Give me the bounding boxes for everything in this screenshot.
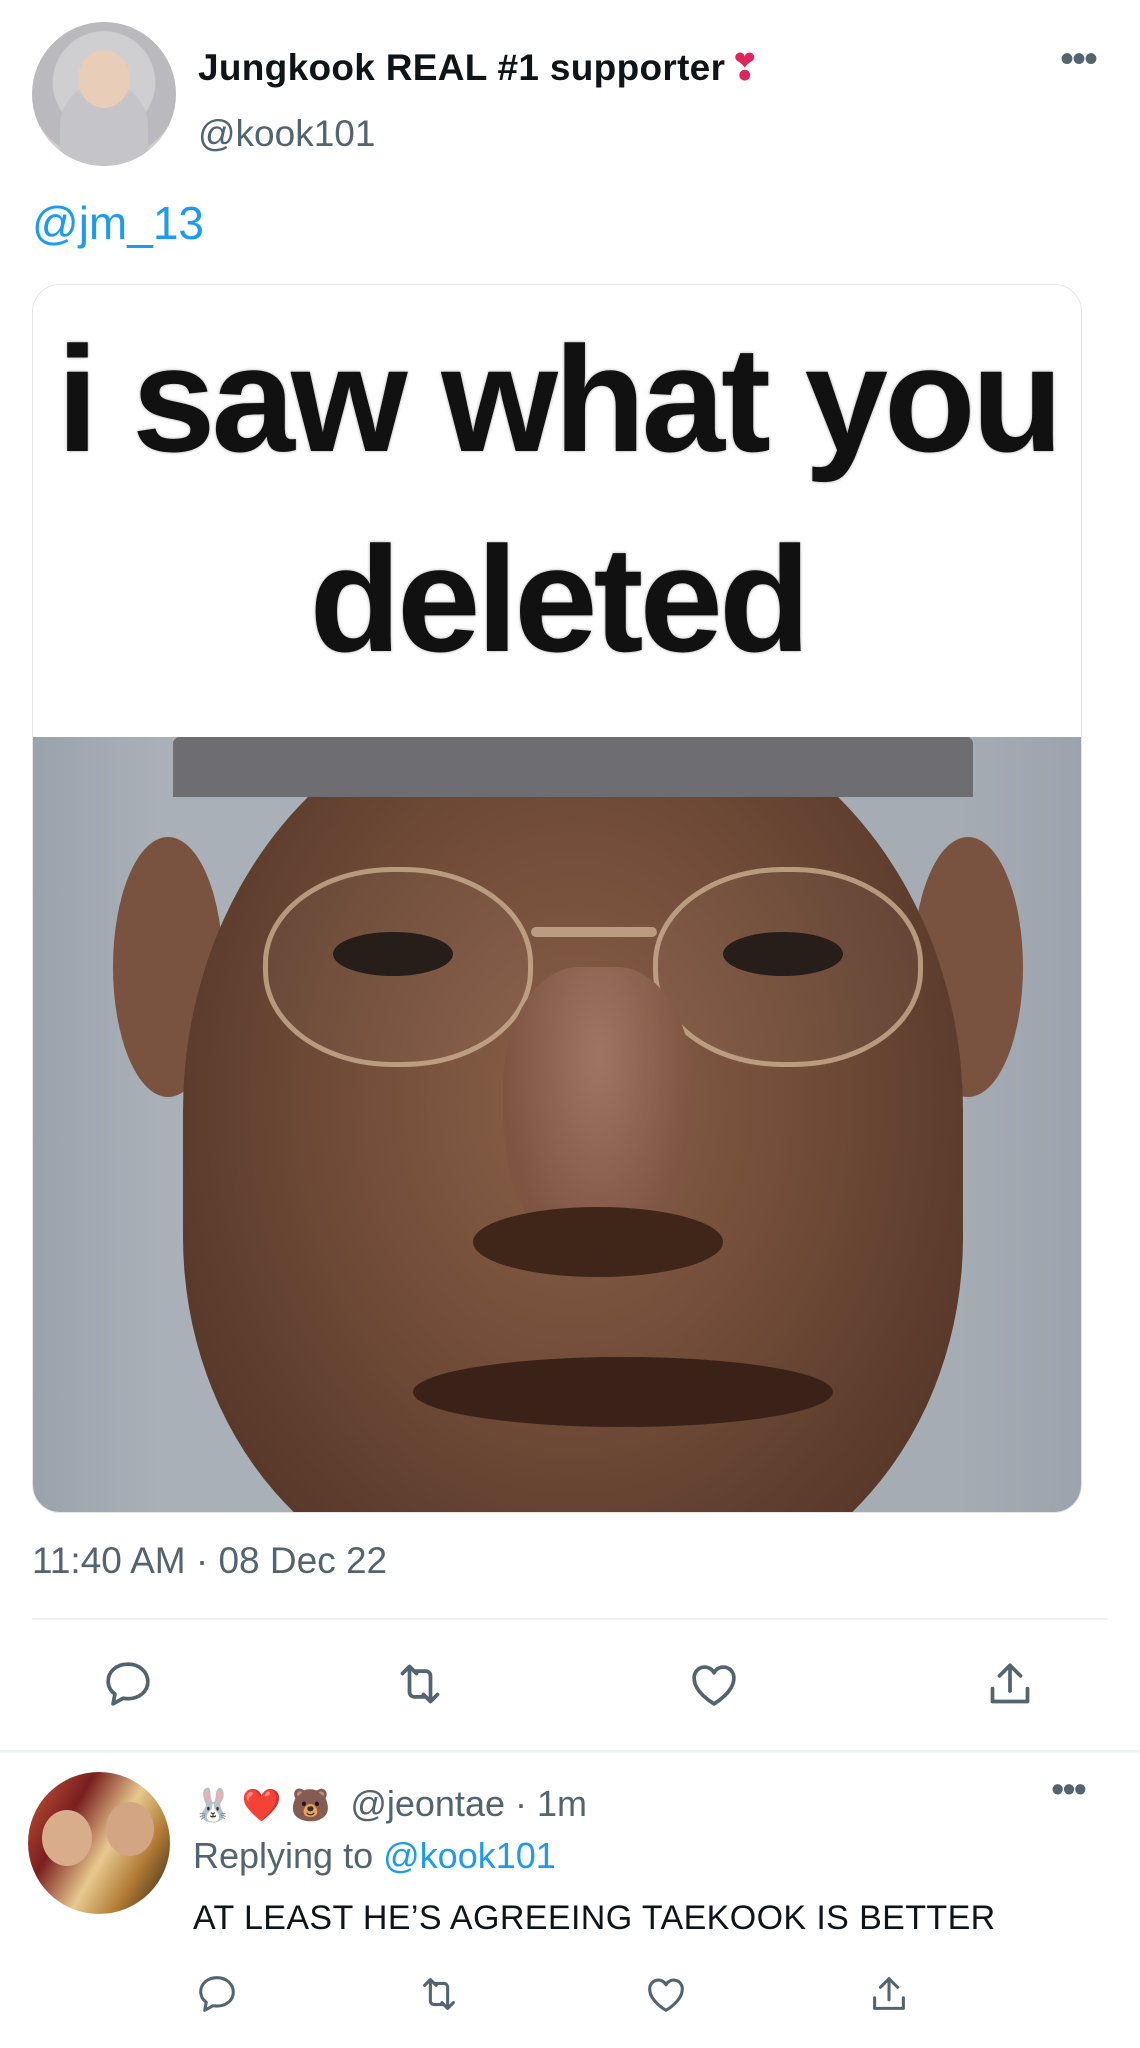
photo-mouth (413, 1357, 833, 1427)
heart-exclamation-icon: ❣ (729, 47, 761, 88)
photo-nostrils (473, 1207, 723, 1277)
display-name-text: Jungkook REAL #1 supporter (198, 47, 726, 88)
glasses-lens-right (653, 867, 923, 1067)
share-icon[interactable] (982, 1656, 1038, 1712)
glasses-bridge (531, 927, 657, 937)
meme-caption-line-1: i saw what you (56, 315, 1064, 483)
reply-more-options-icon[interactable]: ••• (1038, 1771, 1098, 1819)
main-tweet: Jungkook REAL #1 supporter ❣ @kook101 •••… (0, 0, 1140, 1752)
meme-caption-line-2: deleted (309, 515, 810, 683)
tweet-media-image[interactable]: i saw what you deleted (32, 284, 1082, 1513)
tweet-mention-link[interactable]: @jm_13 (32, 196, 204, 250)
tweet-timestamp[interactable]: 11:40 AM · 08 Dec 22 (32, 1540, 387, 1582)
reply-tweet: 🐰 ❤️ 🐻 @jeontae · 1m ••• Replying to @ko… (0, 1753, 1140, 2048)
author-display-name[interactable]: Jungkook REAL #1 supporter ❣ (198, 46, 761, 89)
reply-header: 🐰 ❤️ 🐻 @jeontae · 1m (193, 1783, 587, 1825)
replying-to-line: Replying to @kook101 (193, 1835, 556, 1877)
more-options-icon[interactable]: ••• (1046, 39, 1110, 88)
reply-icon[interactable] (100, 1656, 156, 1712)
meme-face-photo (33, 737, 1081, 1512)
photo-hair (173, 737, 973, 797)
author-avatar[interactable] (32, 22, 176, 166)
reply-author-handle[interactable]: @jeontae (350, 1783, 505, 1824)
reply-body-text: AT LEAST HE’S AGREEING TAEKOOK IS BETTER (193, 1899, 996, 1937)
tweet-action-bar (0, 1656, 1140, 1712)
avatar-face (78, 50, 130, 108)
retweet-icon[interactable] (392, 1656, 448, 1712)
share-icon[interactable] (866, 1971, 912, 2017)
glasses-lens-left (263, 867, 533, 1067)
divider (32, 1618, 1108, 1620)
reply-icon[interactable] (194, 1971, 240, 2017)
retweet-icon[interactable] (416, 1971, 462, 2017)
reply-action-bar (0, 1971, 1140, 2017)
replying-to-prefix: Replying to (193, 1835, 374, 1876)
replying-to-handle-link[interactable]: @kook101 (383, 1835, 556, 1876)
reply-author-avatar[interactable] (28, 1772, 170, 1914)
reply-time: · 1m (515, 1783, 587, 1824)
avatar-person-2 (106, 1802, 154, 1856)
reply-author-emoji-name[interactable]: 🐰 ❤️ 🐻 (193, 1787, 330, 1823)
meme-caption: i saw what you deleted (33, 285, 1081, 737)
avatar-person-1 (42, 1810, 92, 1866)
like-icon[interactable] (643, 1971, 689, 2017)
author-handle[interactable]: @kook101 (198, 113, 375, 155)
like-icon[interactable] (686, 1656, 742, 1712)
